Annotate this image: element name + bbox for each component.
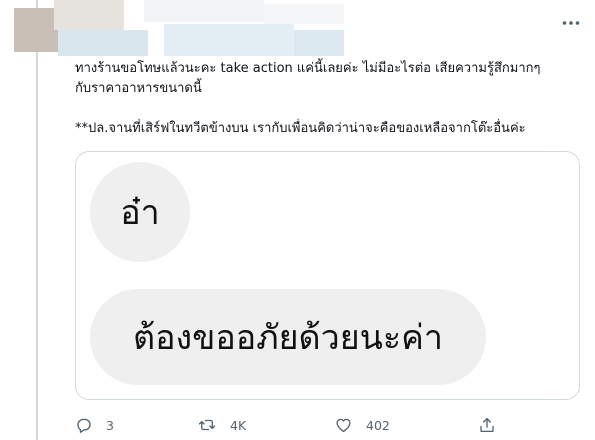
tweet-text-line: ทางร้านขอโทษแล้วนะคะ take action แค่นี้เ… (75, 61, 541, 76)
blurred-region (164, 24, 294, 56)
more-options-button[interactable] (560, 12, 582, 34)
chat-bubble: ต้องขออภัยด้วยนะค่า (90, 289, 486, 385)
blurred-avatar (14, 8, 58, 52)
thread-connector-line (36, 0, 38, 440)
tweet-text-line: **ปล.จานที่เสิร์ฟในทวีตข้างบน เรากับเพื่… (75, 121, 526, 136)
tweet-text: ทางร้านขอโทษแล้วนะคะ take action แค่นี้เ… (75, 59, 580, 139)
tweet-actions-bar: 3 4K 402 (75, 414, 580, 436)
tweet-text-line: กับราคาอาหารขนาดนี้ (75, 81, 202, 96)
blurred-region (144, 0, 264, 22)
chat-bubble: อ๋า (90, 162, 190, 262)
retweet-icon (198, 419, 216, 431)
reply-icon (77, 418, 91, 433)
chat-bubble-text: ต้องขออภัยด้วยนะค่า (133, 318, 443, 358)
tweet-media-card[interactable]: อ๋า ต้องขออภัยด้วยนะค่า (75, 151, 580, 400)
blurred-author-header (14, 0, 344, 58)
reply-button[interactable]: 3 (75, 414, 114, 436)
like-count: 402 (366, 417, 390, 433)
blurred-region (264, 4, 344, 24)
like-button[interactable]: 402 (334, 414, 390, 436)
reply-count: 3 (106, 417, 114, 433)
retweet-button[interactable]: 4K (197, 414, 246, 436)
share-icon (480, 417, 494, 433)
more-horizontal-icon (562, 21, 580, 25)
heart-icon (336, 418, 351, 433)
blurred-region (58, 30, 148, 56)
blurred-region (54, 0, 124, 30)
chat-bubble-text: อ๋า (120, 193, 160, 233)
share-button[interactable] (478, 414, 496, 436)
retweet-count: 4K (230, 417, 247, 433)
blurred-region (294, 30, 344, 56)
